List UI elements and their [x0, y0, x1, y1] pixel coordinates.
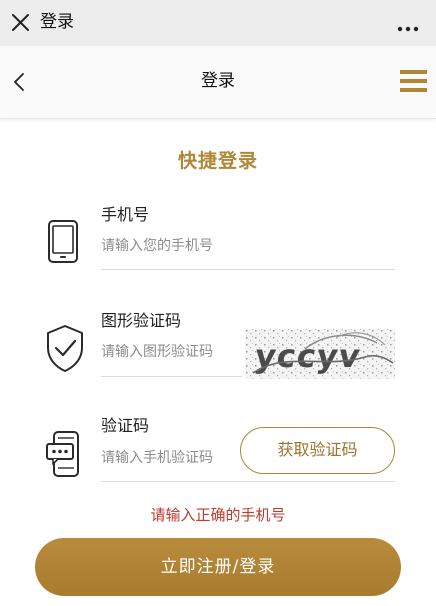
- menu-icon[interactable]: [400, 70, 428, 92]
- more-icon[interactable]: [396, 18, 420, 32]
- phone-input[interactable]: [101, 234, 395, 258]
- form-title: 快捷登录: [177, 150, 258, 172]
- sms-code-label: 验证码: [101, 416, 150, 435]
- browser-bar: 登录: [0, 0, 436, 46]
- page-header: 登录: [0, 46, 436, 119]
- phone-label: 手机号: [101, 205, 150, 224]
- captcha-underline: [101, 376, 242, 377]
- captcha-text: yccyv: [253, 337, 364, 375]
- page-title: 登录: [201, 71, 235, 91]
- close-icon[interactable]: [11, 13, 30, 32]
- sms-code-input[interactable]: [101, 446, 236, 470]
- error-message: 请输入正确的手机号: [150, 506, 286, 524]
- browser-title: 登录: [40, 12, 74, 32]
- shield-check-icon: [45, 324, 85, 373]
- phone-message-icon: [45, 430, 85, 478]
- captcha-image[interactable]: yccyv: [245, 329, 395, 379]
- phone-icon: [47, 219, 79, 264]
- sms-code-underline: [101, 481, 395, 482]
- captcha-input[interactable]: [101, 340, 241, 364]
- phone-underline: [101, 269, 395, 270]
- get-sms-code-button[interactable]: 获取验证码: [240, 427, 395, 474]
- register-login-button[interactable]: 立即注册/登录: [35, 538, 401, 596]
- captcha-label: 图形验证码: [101, 311, 182, 330]
